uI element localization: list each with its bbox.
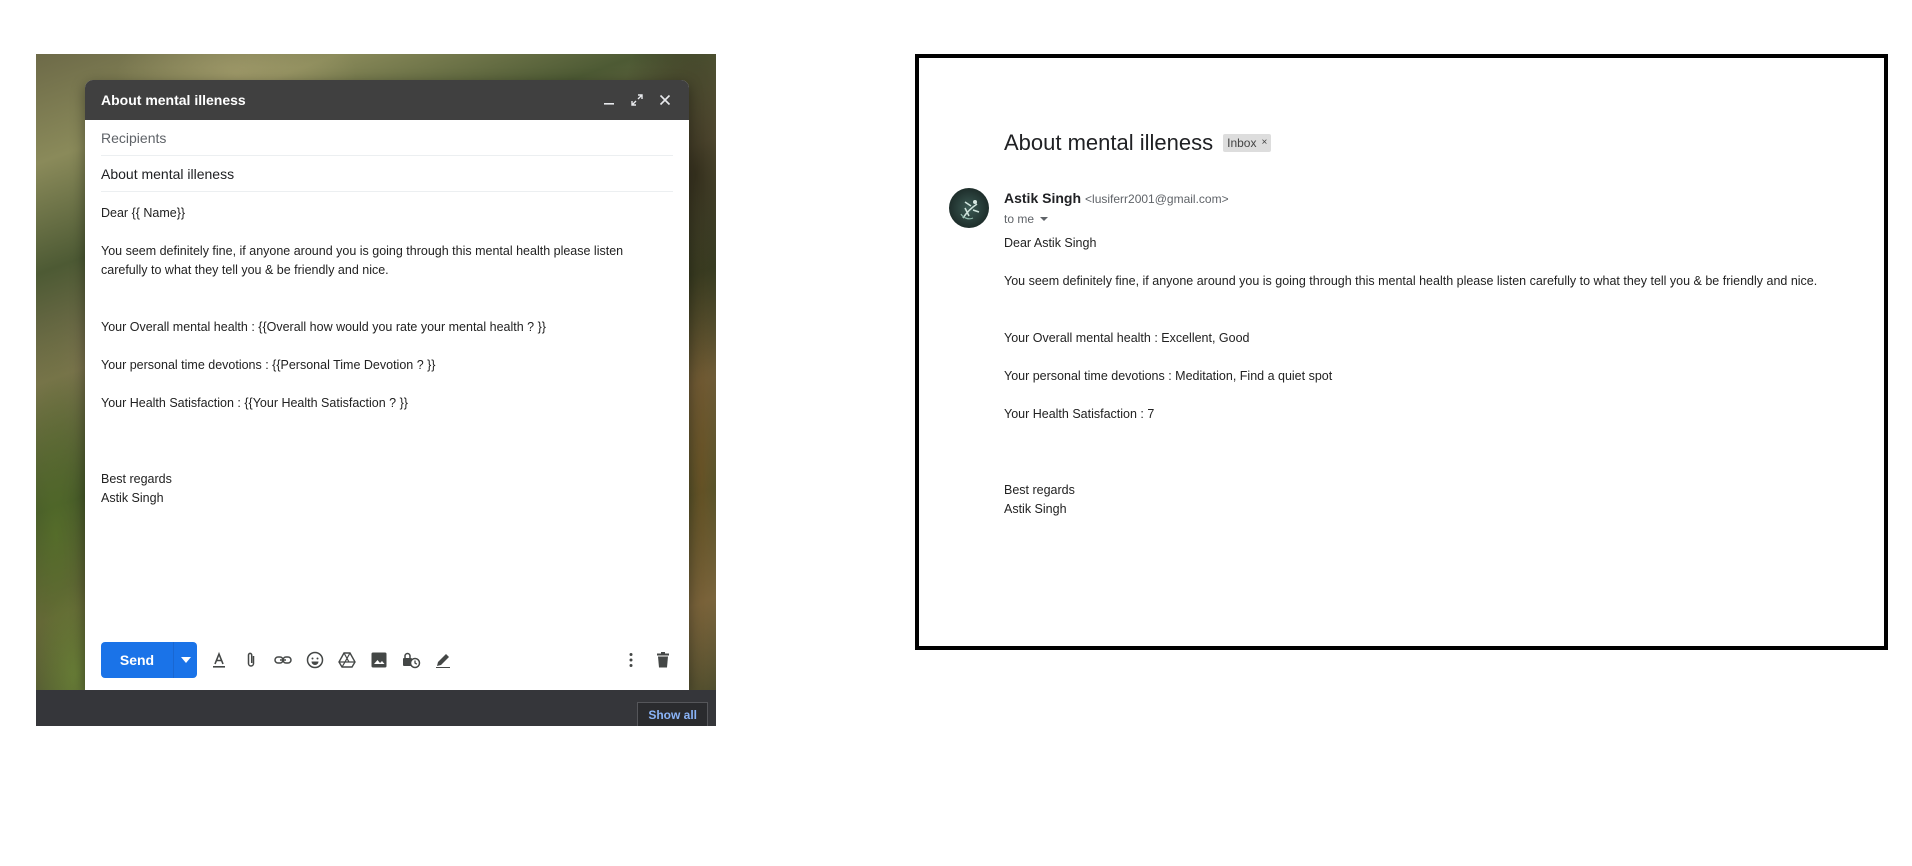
health-satisfaction-line: Your Health Satisfaction : 7 xyxy=(1004,407,1155,421)
greeting-text: Dear {{ Name}} xyxy=(101,206,186,220)
avatar[interactable] xyxy=(949,188,989,228)
drive-icon[interactable] xyxy=(337,650,357,670)
send-options-dropdown[interactable] xyxy=(173,642,197,678)
intro-text: You seem definitely fine, if anyone arou… xyxy=(1004,274,1818,288)
closing-text: Best regards xyxy=(1004,483,1075,497)
trash-icon[interactable] xyxy=(653,650,673,670)
signature-icon[interactable] xyxy=(433,650,453,670)
signature-text: Astik Singh xyxy=(1004,502,1067,516)
signature-text: Astik Singh xyxy=(101,491,164,505)
subject-field[interactable]: About mental illeness xyxy=(101,156,673,192)
minimize-icon[interactable] xyxy=(601,92,617,108)
recipient-text: to me xyxy=(1004,212,1035,226)
email-subject-row: About mental illeness Inbox × xyxy=(1004,130,1272,156)
sender-email: <lusiferr2001@gmail.com> xyxy=(1085,192,1229,206)
show-all-button[interactable]: Show all xyxy=(637,702,708,726)
avatar-image xyxy=(960,200,980,220)
compose-window-controls xyxy=(601,92,673,108)
overall-health-line: Your Overall mental health : {{Overall h… xyxy=(101,320,546,334)
recipient-details-toggle[interactable]: to me xyxy=(1004,212,1049,226)
time-devotion-line: Your personal time devotions : {{Persona… xyxy=(101,358,436,372)
taskbar: Show all xyxy=(36,690,716,726)
email-body: Dear Astik Singh You seem definitely fin… xyxy=(1004,234,1874,519)
compose-toolbar: Send xyxy=(101,642,673,678)
intro-text: You seem definitely fine, if anyone arou… xyxy=(101,244,624,277)
received-email-panel: About mental illeness Inbox × Astik Sing… xyxy=(915,54,1888,650)
expand-icon[interactable] xyxy=(629,92,645,108)
chevron-down-icon xyxy=(180,657,191,663)
sender-line: Astik Singh <lusiferr2001@gmail.com> xyxy=(1004,190,1229,206)
inbox-label-text: Inbox xyxy=(1227,136,1257,150)
link-icon[interactable] xyxy=(273,650,293,670)
health-satisfaction-line: Your Health Satisfaction : {{Your Health… xyxy=(101,396,408,410)
sender-name[interactable]: Astik Singh xyxy=(1004,190,1081,206)
recipients-field[interactable]: Recipients xyxy=(101,120,673,156)
email-subject: About mental illeness xyxy=(1004,130,1214,155)
close-icon[interactable] xyxy=(657,92,673,108)
formatting-icon[interactable] xyxy=(209,650,229,670)
greeting-text: Dear Astik Singh xyxy=(1004,236,1097,250)
compose-body-editor[interactable]: Dear {{ Name}} You seem definitely fine,… xyxy=(85,192,689,508)
time-devotion-line: Your personal time devotions : Meditatio… xyxy=(1004,369,1333,383)
chevron-down-icon xyxy=(1040,217,1049,221)
compose-window: About mental illeness Recipients About m… xyxy=(85,80,689,690)
attach-icon[interactable] xyxy=(241,650,261,670)
remove-label-icon[interactable]: × xyxy=(1261,134,1267,152)
compose-screenshot-panel: About mental illeness Recipients About m… xyxy=(36,54,716,726)
more-options-icon[interactable] xyxy=(621,650,641,670)
send-button[interactable]: Send xyxy=(101,642,173,678)
emoji-icon[interactable] xyxy=(305,650,325,670)
overall-health-line: Your Overall mental health : Excellent, … xyxy=(1004,331,1250,345)
closing-text: Best regards xyxy=(101,472,172,486)
photo-icon[interactable] xyxy=(369,650,389,670)
compose-header: About mental illeness xyxy=(85,80,689,120)
confidential-icon[interactable] xyxy=(401,650,421,670)
compose-title: About mental illeness xyxy=(101,92,246,108)
inbox-label-badge[interactable]: Inbox × xyxy=(1223,134,1272,152)
send-button-group: Send xyxy=(101,642,197,678)
